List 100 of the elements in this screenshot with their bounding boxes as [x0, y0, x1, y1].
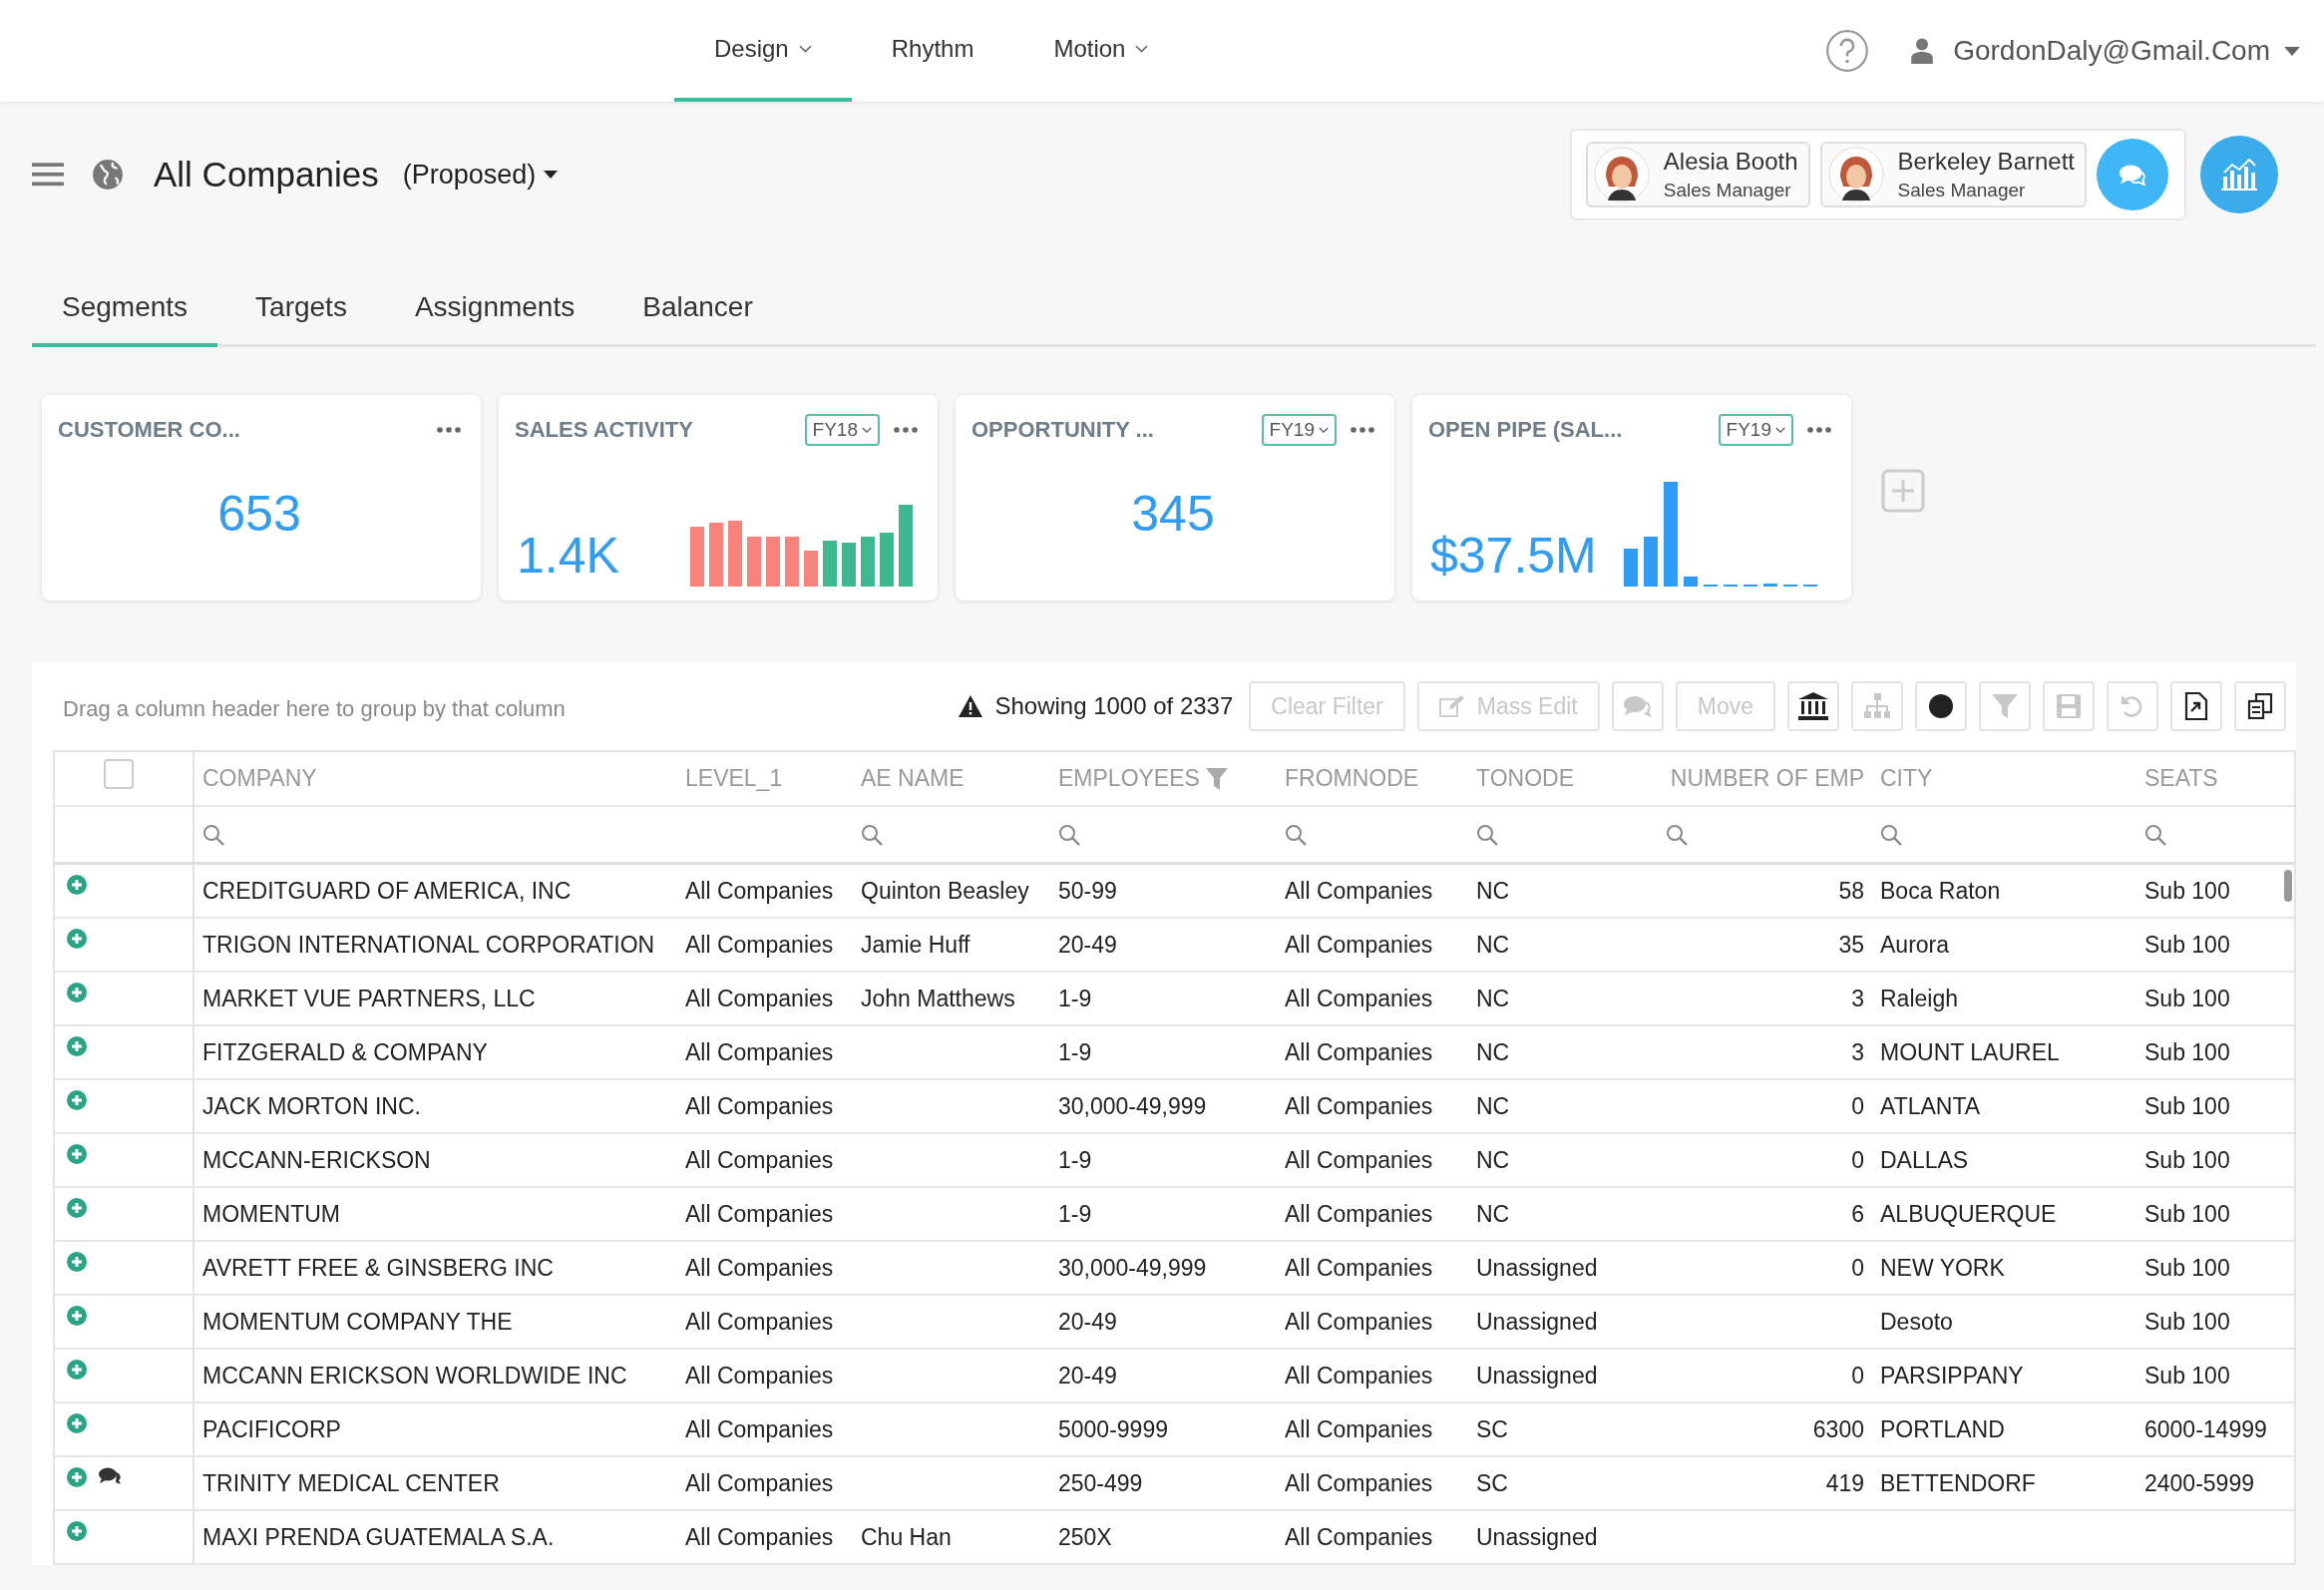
table-cell: 58	[1838, 877, 1864, 905]
more-icon[interactable]	[894, 427, 918, 433]
add-row-icon[interactable]	[67, 1252, 87, 1272]
add-row-icon[interactable]	[67, 1360, 87, 1380]
search-icon[interactable]	[1880, 823, 1902, 846]
more-icon[interactable]	[1807, 427, 1831, 433]
tab[interactable]: Segments	[32, 277, 218, 347]
select-all-checkbox[interactable]	[104, 758, 134, 789]
table-cell: 30,000-49,999	[1058, 1092, 1207, 1120]
menu-icon[interactable]	[32, 162, 64, 188]
help-icon[interactable]	[1825, 29, 1870, 73]
card-title: SALES ACTIVITY	[515, 417, 694, 443]
search-icon[interactable]	[202, 823, 224, 846]
person-chip[interactable]: Berkeley Barnett Sales Manager	[1819, 142, 2087, 207]
add-row-icon[interactable]	[67, 1306, 87, 1326]
nav-tab[interactable]: Motion	[1013, 0, 1189, 102]
circle-button[interactable]	[1915, 681, 1967, 731]
table-cell: Sub 100	[2144, 1146, 2230, 1174]
search-icon[interactable]	[2144, 823, 2166, 846]
avatar-icon	[1827, 147, 1884, 202]
nav-tab[interactable]: Rhythm	[851, 0, 1014, 102]
table-cell: CREDITGUARD OF AMERICA, INC	[202, 877, 572, 905]
add-row-icon[interactable]	[67, 1090, 87, 1110]
search-icon[interactable]	[1058, 823, 1080, 846]
table-cell: AVRETT FREE & GINSBERG INC	[202, 1254, 554, 1282]
circle-icon	[1928, 693, 1954, 719]
kpi-value: 1.4K	[517, 531, 619, 581]
chevron-icon	[862, 426, 872, 434]
table-cell: Sub 100	[2144, 1362, 2230, 1390]
chevron-icon	[1319, 426, 1329, 434]
chart-bar	[728, 521, 742, 587]
table-cell: 2400-5999	[2144, 1469, 2254, 1497]
table-cell: 1-9	[1058, 1038, 1092, 1066]
table-cell: Sub 100	[2144, 985, 2230, 1012]
add-row-icon[interactable]	[67, 983, 87, 1002]
table-cell: 35	[1838, 931, 1864, 959]
table-cell: All Companies	[685, 1308, 834, 1336]
chart-bar	[1624, 549, 1638, 587]
table-cell: Jamie Huff	[861, 931, 970, 959]
table-cell: JACK MORTON INC.	[202, 1092, 421, 1120]
year-dropdown[interactable]: FY18	[804, 414, 880, 446]
more-icon[interactable]	[437, 427, 461, 433]
table-cell: 0	[1851, 1362, 1864, 1390]
year-dropdown[interactable]: FY19	[1718, 414, 1793, 446]
person-chip[interactable]: Alesia Booth Sales Manager	[1585, 142, 1810, 207]
add-row-icon[interactable]	[67, 875, 87, 895]
tab[interactable]: Targets	[225, 277, 377, 347]
scrollbar-thumb[interactable]	[2284, 870, 2292, 902]
export-button[interactable]	[2170, 681, 2222, 731]
year-dropdown[interactable]: FY19	[1261, 414, 1337, 446]
table-cell: TRIGON INTERNATIONAL CORPORATION	[202, 931, 655, 959]
hierarchy-icon	[1863, 693, 1891, 719]
add-row-icon[interactable]	[67, 1413, 87, 1433]
table-cell: PACIFICORP	[202, 1415, 341, 1443]
table-cell: PORTLAND	[1880, 1415, 2005, 1443]
copy-button[interactable]	[2234, 681, 2286, 731]
table-cell: MOUNT LAUREL	[1880, 1038, 2060, 1066]
table-cell: NC	[1476, 1092, 1510, 1120]
globe-icon[interactable]	[92, 159, 124, 191]
add-row-icon[interactable]	[67, 1521, 87, 1541]
search-icon[interactable]	[1476, 823, 1498, 846]
search-icon[interactable]	[1666, 823, 1688, 846]
table-cell: John Matthews	[861, 985, 1015, 1012]
table-cell: ALBUQUERQUE	[1880, 1200, 2057, 1228]
table-cell: All Companies	[685, 1200, 834, 1228]
copy-icon	[2247, 693, 2273, 719]
add-row-icon[interactable]	[67, 1144, 87, 1164]
nav-tab[interactable]: Design	[674, 0, 852, 102]
search-icon[interactable]	[861, 823, 883, 846]
add-row-icon[interactable]	[67, 1467, 87, 1487]
table-cell: All Companies	[1285, 1415, 1433, 1443]
scenario-dropdown[interactable]: (Proposed)	[402, 159, 559, 191]
user-email[interactable]: GordonDaly@Gmail.Com	[1953, 35, 2270, 67]
add-row-icon[interactable]	[67, 1198, 87, 1218]
chart-bar	[804, 551, 818, 587]
tab[interactable]: Assignments	[384, 277, 605, 347]
chevron-icon	[1775, 426, 1785, 434]
table-cell: All Companies	[1285, 1092, 1433, 1120]
tab[interactable]: Balancer	[612, 277, 783, 347]
filter-icon	[1992, 693, 2018, 719]
add-row-icon[interactable]	[67, 1036, 87, 1056]
search-icon[interactable]	[1285, 823, 1307, 846]
table-cell: Chu Han	[861, 1523, 952, 1551]
more-icon[interactable]	[1351, 427, 1374, 433]
bank-button[interactable]	[1787, 681, 1839, 731]
table-cell: NC	[1476, 1200, 1510, 1228]
add-row-icon[interactable]	[67, 929, 87, 949]
filter-icon[interactable]	[1205, 767, 1228, 790]
table-cell: NC	[1476, 931, 1510, 959]
caret-icon[interactable]	[2284, 46, 2300, 56]
record-count: Showing 1000 of 2337	[994, 692, 1234, 720]
table-cell: ATLANTA	[1880, 1092, 1981, 1120]
table-cell: MOMENTUM COMPANY THE	[202, 1308, 513, 1336]
table-cell: SC	[1476, 1415, 1508, 1443]
caret-icon	[544, 171, 559, 179]
table-cell: MOMENTUM	[202, 1200, 340, 1228]
table-cell: 3	[1851, 985, 1864, 1012]
table-cell: DALLAS	[1880, 1146, 1969, 1174]
comment-icon[interactable]	[99, 1467, 123, 1485]
table-cell: Unassigned	[1476, 1362, 1598, 1390]
